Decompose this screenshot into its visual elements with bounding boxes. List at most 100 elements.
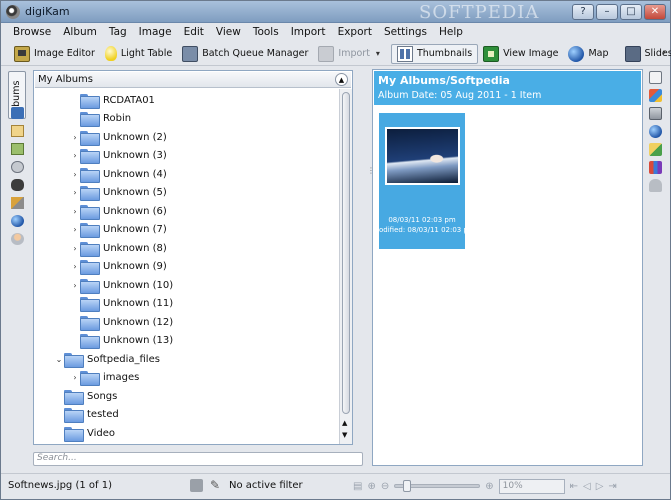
help-button[interactable]: ? [572,4,594,20]
expand-arrow-icon[interactable]: › [70,244,80,253]
calendar-icon[interactable] [11,143,24,155]
menu-view[interactable]: View [210,23,247,42]
scroll-down-icon[interactable]: ▼ [342,431,347,439]
tree-item-unknown-9[interactable]: › Unknown (9) [70,257,167,275]
zoom-fit-icon[interactable]: ⊕ [367,481,375,492]
tree-item-unknown-10[interactable]: › Unknown (10) [70,276,173,294]
search-binoculars-icon[interactable] [11,179,24,191]
toolbar-overflow-button[interactable]: › [662,48,666,58]
zoom-in-icon[interactable]: ⊕ [485,481,493,492]
expand-arrow-icon[interactable]: › [70,188,80,197]
fuzzy-search-icon[interactable] [11,197,24,209]
nav-first-icon[interactable]: ⇤ [570,481,578,492]
album-tree-scrollbar[interactable]: ▲ ▼ [339,89,352,444]
tree-item-unknown-7[interactable]: › Unknown (7) [70,220,167,238]
filter-icon[interactable] [190,479,203,492]
tree-item-unknown-11[interactable]: Unknown (11) [70,294,173,312]
close-button[interactable]: ✕ [644,4,666,20]
expand-arrow-icon[interactable]: › [70,225,80,234]
scrollbar-thumb[interactable] [342,92,350,414]
menu-browse[interactable]: Browse [7,23,57,42]
tree-item-unknown-12[interactable]: Unknown (12) [70,313,173,331]
nav-next-icon[interactable]: ▷ [596,481,604,492]
zoom-level-field[interactable]: 10% [498,478,565,494]
expand-arrow-icon[interactable]: › [70,281,80,290]
nav-prev-icon[interactable]: ◁ [583,481,591,492]
folder-icon [80,185,100,201]
digikam-app-icon[interactable] [6,5,20,19]
nav-last-icon[interactable]: ⇥ [608,481,616,492]
tree-item-video[interactable]: Video [54,424,115,442]
expand-arrow-icon[interactable]: › [70,373,80,382]
tree-item-unknown-5[interactable]: › Unknown (5) [70,183,167,201]
tags-icon[interactable] [11,125,24,137]
menu-settings[interactable]: Settings [378,23,433,42]
timeline-icon[interactable] [11,161,24,173]
menu-album[interactable]: Album [57,23,103,42]
tree-item-tested[interactable]: tested [54,405,119,423]
thumbnails-icon [396,45,413,62]
folder-icon [80,241,100,257]
menu-export[interactable]: Export [332,23,378,42]
zoom-out-icon[interactable]: ⊖ [381,481,389,492]
bar-icon[interactable]: ▤ [353,481,362,492]
view-image-button[interactable]: View Image [478,44,563,64]
colors-icon[interactable] [649,107,662,120]
tree-item-robin[interactable]: Robin [70,109,131,127]
tree-item-unknown-6[interactable]: › Unknown (6) [70,202,167,220]
menu-help[interactable]: Help [433,23,469,42]
tree-item-unknown-13[interactable]: Unknown (13) [70,331,173,349]
status-filter-text: No active filter [229,480,303,491]
expand-arrow-icon[interactable]: › [70,151,80,160]
collapse-icon[interactable]: ▲ [335,73,348,86]
thumbnail-item[interactable]: 08/03/11 02:03 pm odified: 08/03/11 02:0… [379,113,465,249]
expand-arrow-icon[interactable]: › [70,262,80,271]
tree-item-unknown-2[interactable]: › Unknown (2) [70,128,167,146]
scroll-up-icon[interactable]: ▲ [342,419,347,427]
expand-arrow-icon[interactable]: › [70,207,80,216]
menu-tag[interactable]: Tag [103,23,133,42]
folder-icon [80,222,100,238]
tree-item-rcdata01[interactable]: RCDATA01 [70,91,155,109]
menu-image[interactable]: Image [133,23,178,42]
image-editor-button[interactable]: Image Editor [9,44,100,64]
tree-item-images[interactable]: › images [70,368,139,386]
tree-item-unknown-4[interactable]: › Unknown (4) [70,165,167,183]
folder-icon [80,167,100,183]
batch-queue-manager-button[interactable]: Batch Queue Manager [177,44,313,64]
magic-wand-icon[interactable]: ✎ [210,478,220,492]
title-bar: digiKam SOFTPEDIA ? – □ ✕ [1,1,670,23]
properties-icon[interactable] [649,71,662,84]
album-search-input[interactable]: Search... [33,452,363,466]
tree-item-unknown-3[interactable]: › Unknown (3) [70,146,167,164]
tree-item-softpedia-files[interactable]: ⌄ Softpedia_files [54,350,160,368]
thumbnail-image[interactable] [385,127,460,185]
zoom-slider-handle[interactable] [403,480,412,492]
tree-item-unknown-8[interactable]: › Unknown (8) [70,239,167,257]
menu-import[interactable]: Import [285,23,332,42]
captions-tags-icon[interactable] [649,143,662,156]
import-button[interactable]: Import ▾ [313,44,385,64]
tree-item-songs[interactable]: Songs [54,387,117,405]
menu-tools[interactable]: Tools [247,23,285,42]
collapse-arrow-icon[interactable]: ⌄ [54,355,64,364]
tree-item-label: Songs [87,390,118,402]
map-button[interactable]: Map [563,44,613,64]
filters-icon[interactable] [649,179,662,192]
thumbnails-button[interactable]: Thumbnails [390,43,479,64]
left-sidebar-tabs: Albums [7,69,27,465]
map-globe-icon[interactable] [11,215,24,227]
albums-header[interactable]: My Albums ▲ [35,72,351,88]
zoom-slider[interactable] [394,480,481,492]
menu-edit[interactable]: Edit [178,23,210,42]
minimize-button[interactable]: – [596,4,618,20]
people-icon[interactable] [11,233,24,245]
expand-arrow-icon[interactable]: › [70,133,80,142]
expand-arrow-icon[interactable]: › [70,170,80,179]
import-label: Import [338,48,370,59]
geolocation-icon[interactable] [649,125,662,138]
maximize-button[interactable]: □ [620,4,642,20]
light-table-button[interactable]: Light Table [100,44,177,64]
metadata-icon[interactable] [649,89,662,102]
versions-icon[interactable] [649,161,662,174]
